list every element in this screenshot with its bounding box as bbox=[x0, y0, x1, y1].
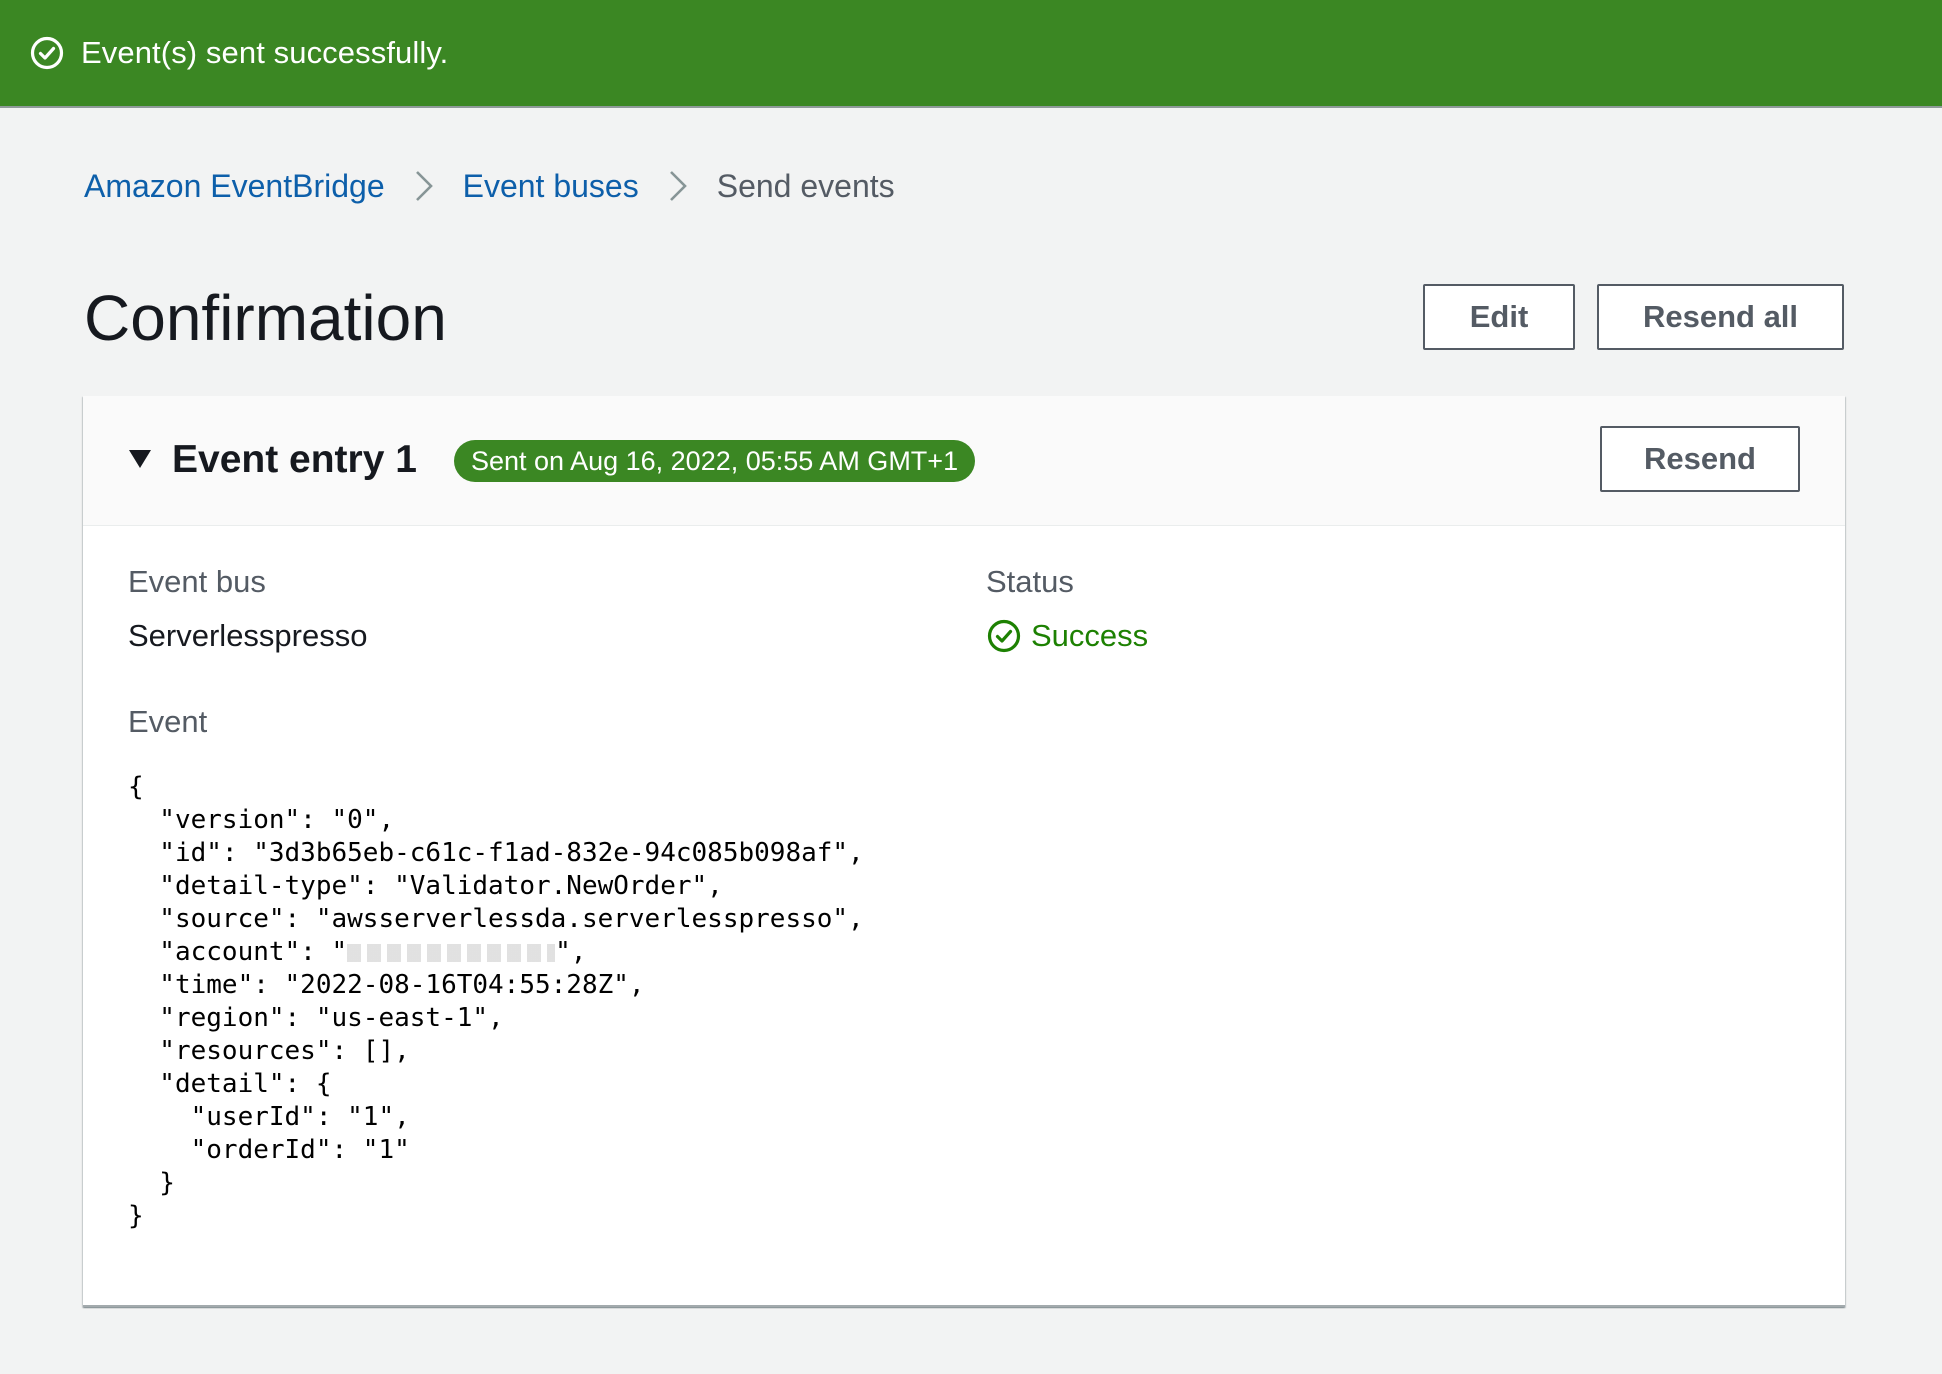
event-label: Event bbox=[128, 704, 208, 739]
resend-all-button[interactable]: Resend all bbox=[1597, 284, 1844, 350]
code-line: "userId": "1", bbox=[128, 1102, 410, 1132]
code-line: "id": "3d3b65eb-c61c-f1ad-832e-94c085b09… bbox=[128, 838, 864, 868]
account-key: "account": " bbox=[128, 937, 348, 967]
breadcrumb-event-buses[interactable]: Event buses bbox=[463, 168, 639, 205]
status-label: Status bbox=[986, 564, 1074, 599]
sent-status-badge: Sent on Aug 16, 2022, 05:55 AM GMT+1 bbox=[454, 440, 976, 482]
event-entry-title[interactable]: Event entry 1 bbox=[172, 436, 417, 484]
caret-down-icon[interactable] bbox=[129, 450, 151, 468]
breadcrumb-send-events: Send events bbox=[716, 167, 895, 204]
resend-button[interactable]: Resend bbox=[1600, 426, 1800, 492]
edit-button[interactable]: Edit bbox=[1423, 284, 1575, 350]
code-line: "time": "2022-08-16T04:55:28Z", bbox=[128, 970, 645, 1000]
code-line: "version": "0", bbox=[128, 805, 395, 835]
event-entry-header: Event entry 1 Sent on Aug 16, 2022, 05:5… bbox=[83, 396, 1845, 526]
breadcrumb-amazon-eventbridge[interactable]: Amazon EventBridge bbox=[84, 168, 385, 205]
chevron-right-icon bbox=[413, 168, 435, 204]
chevron-right-icon bbox=[667, 168, 689, 204]
code-line: "resources": [], bbox=[128, 1036, 410, 1066]
check-circle-icon bbox=[29, 35, 65, 71]
code-line: { bbox=[128, 772, 144, 802]
code-line: } bbox=[128, 1168, 175, 1198]
event-bus-value: Serverlesspresso bbox=[128, 618, 368, 653]
code-line: } bbox=[128, 1201, 144, 1231]
code-line: "detail-type": "Validator.NewOrder", bbox=[128, 871, 723, 901]
code-line: "orderId": "1" bbox=[128, 1135, 410, 1165]
event-json-code: { "version": "0", "id": "3d3b65eb-c61c-f… bbox=[128, 771, 864, 1233]
code-line-account: "account": " ", bbox=[128, 937, 586, 967]
breadcrumb: Amazon EventBridge Event buses Send even… bbox=[84, 162, 895, 210]
code-line: "region": "us-east-1", bbox=[128, 1003, 504, 1033]
code-line: "detail": { bbox=[128, 1069, 332, 1099]
event-entry-card: Event entry 1 Sent on Aug 16, 2022, 05:5… bbox=[83, 396, 1845, 1307]
status-value: Success bbox=[1031, 618, 1149, 653]
event-bus-label: Event bus bbox=[128, 564, 266, 599]
redacted-account-id bbox=[347, 943, 556, 962]
page-title: Confirmation bbox=[84, 282, 447, 354]
notification-message: Event(s) sent successfully. bbox=[81, 35, 449, 70]
status-indicator: Success bbox=[986, 616, 1148, 656]
code-line: "source": "awsserverlessda.serverlesspre… bbox=[128, 904, 864, 934]
success-check-icon bbox=[986, 618, 1022, 654]
account-suffix: ", bbox=[555, 937, 587, 967]
success-notification: Event(s) sent successfully. bbox=[0, 0, 1942, 108]
